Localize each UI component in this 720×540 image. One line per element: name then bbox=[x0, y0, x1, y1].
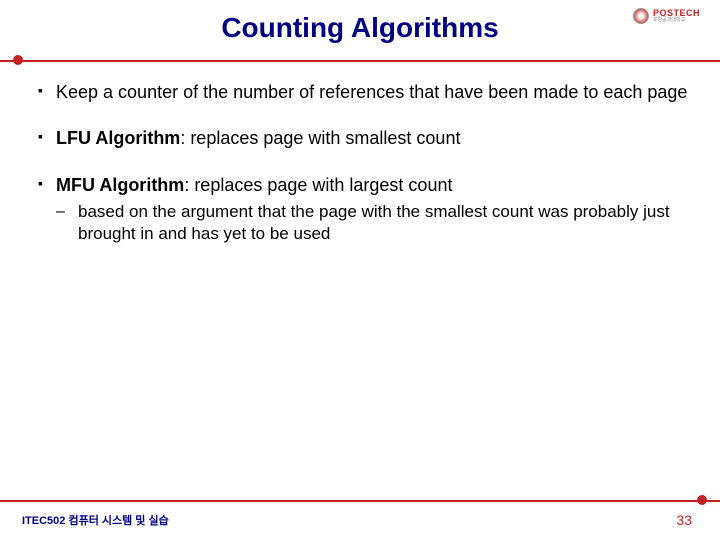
sub-bullet-text: based on the argument that the page with… bbox=[78, 201, 690, 245]
sub-bullet-item: – based on the argument that the page wi… bbox=[56, 201, 690, 245]
bottom-divider bbox=[0, 498, 720, 502]
page-title: Counting Algorithms bbox=[221, 12, 498, 44]
divider-dot-icon bbox=[13, 55, 23, 65]
bullet-text: Keep a counter of the number of referenc… bbox=[56, 80, 687, 104]
page-number: 33 bbox=[676, 512, 692, 528]
divider-dot-icon bbox=[697, 495, 707, 505]
bullet-item: ▪ MFU Algorithm: replaces page with larg… bbox=[38, 173, 690, 197]
bullet-item: ▪ LFU Algorithm: replaces page with smal… bbox=[38, 126, 690, 150]
slide-content: ▪ Keep a counter of the number of refere… bbox=[0, 80, 720, 245]
logo-text: POSTECH 포항공과대학교 bbox=[653, 9, 700, 23]
logo-sub: 포항공과대학교 bbox=[653, 18, 700, 23]
bullet-text: MFU Algorithm: replaces page with larges… bbox=[56, 173, 452, 197]
sub-bullet-marker: – bbox=[56, 201, 78, 245]
bullet-item-group: ▪ MFU Algorithm: replaces page with larg… bbox=[38, 173, 690, 245]
bullet-text: LFU Algorithm: replaces page with smalle… bbox=[56, 126, 460, 150]
top-divider bbox=[0, 58, 720, 62]
footer-course-code: ITEC502 컴퓨터 시스템 및 실습 bbox=[22, 512, 169, 528]
bullet-item: ▪ Keep a counter of the number of refere… bbox=[38, 80, 690, 104]
bullet-marker-icon: ▪ bbox=[38, 80, 56, 104]
slide-header: Counting Algorithms POSTECH 포항공과대학교 bbox=[0, 0, 720, 52]
bullet-marker-icon: ▪ bbox=[38, 173, 56, 197]
university-logo: POSTECH 포항공과대학교 bbox=[633, 8, 700, 24]
logo-emblem-icon bbox=[633, 8, 649, 24]
bullet-marker-icon: ▪ bbox=[38, 126, 56, 150]
